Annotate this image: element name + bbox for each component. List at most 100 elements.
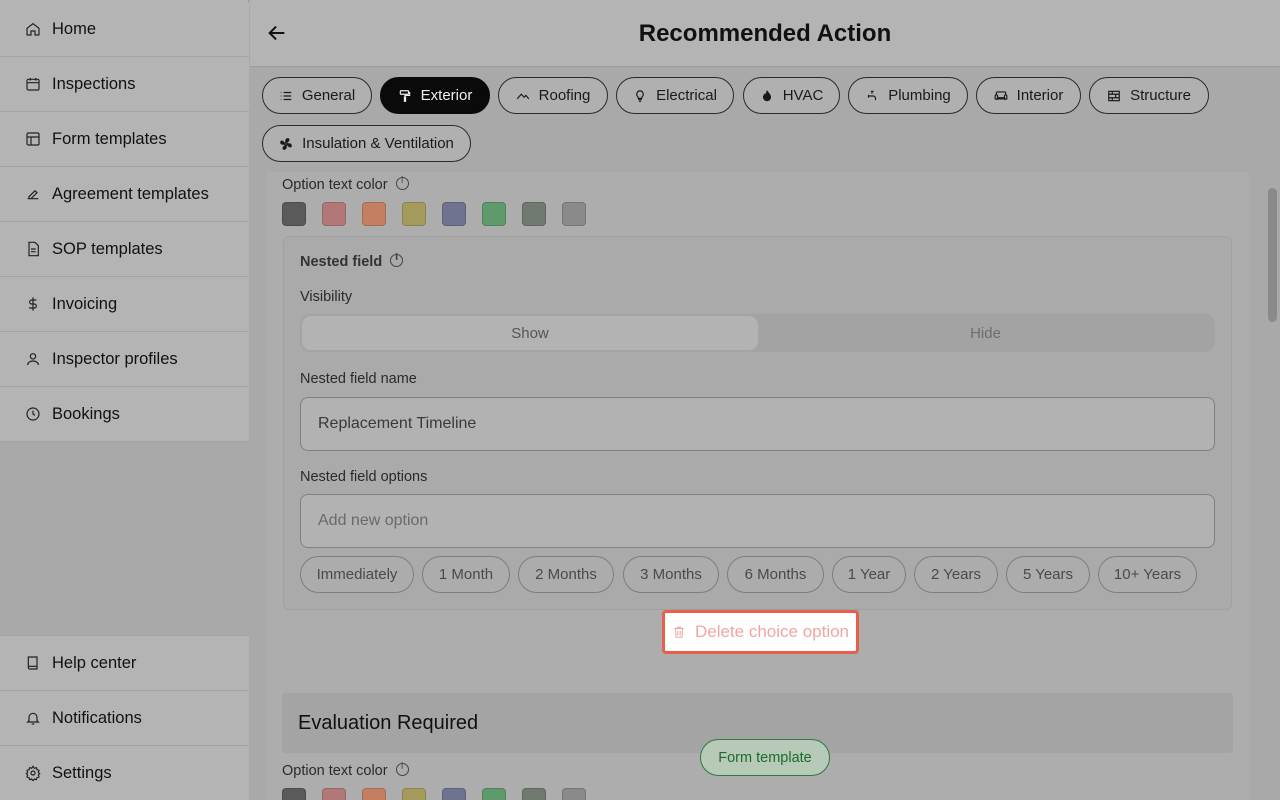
sofa-icon (994, 89, 1008, 103)
faucet-icon (865, 89, 879, 103)
nested-field-title: Nested field (300, 254, 383, 270)
visibility-label: Visibility (300, 289, 353, 305)
color-swatch[interactable] (282, 202, 306, 226)
trash-icon (674, 626, 684, 638)
sidebar-item-agreement-templates[interactable]: Agreement templates (0, 167, 249, 222)
calendar-icon (24, 75, 42, 93)
sidebar-item-form-templates[interactable]: Form templates (0, 112, 249, 167)
option-text-color-label: Option text color (282, 762, 409, 779)
sidebar-item-invoicing[interactable]: Invoicing (0, 277, 249, 332)
tab-interior[interactable]: Interior (976, 77, 1081, 114)
option-chip-10-plus-years[interactable]: 10+ Years (1098, 556, 1197, 593)
color-swatch[interactable] (322, 202, 346, 226)
page-title: Recommended Action (638, 20, 892, 47)
option-chip-1-month[interactable]: 1 Month (422, 556, 510, 593)
info-icon[interactable] (395, 176, 409, 190)
tab-label: HVAC (782, 87, 824, 104)
sidebar: Home Inspections Form templates Agreemen… (0, 0, 249, 800)
color-swatch[interactable] (322, 788, 346, 800)
sidebar-item-label: Inspector profiles (52, 349, 178, 368)
gear-icon (24, 764, 42, 782)
sidebar-item-inspections[interactable]: Inspections (0, 57, 249, 112)
color-swatches (282, 788, 586, 800)
signature-icon (24, 185, 42, 203)
tab-exterior[interactable]: Exterior (380, 77, 490, 114)
sidebar-item-inspector-profiles[interactable]: Inspector profiles (0, 332, 249, 387)
tab-general[interactable]: General (262, 77, 372, 114)
sidebar-spacer (0, 442, 249, 635)
document-icon (24, 240, 42, 258)
tab-label: Structure (1130, 87, 1191, 104)
flame-icon (760, 89, 774, 103)
color-swatch[interactable] (482, 788, 506, 800)
sidebar-footer: Help center Notifications Settings (0, 635, 249, 800)
option-chip-2-years[interactable]: 2 Years (914, 556, 998, 593)
info-icon[interactable] (395, 762, 409, 776)
option-chip-6-months[interactable]: 6 Months (727, 556, 824, 593)
tab-label: Insulation & Ventilation (302, 135, 454, 152)
sidebar-item-label: Invoicing (52, 294, 118, 313)
sidebar-item-sop-templates[interactable]: SOP templates (0, 222, 249, 277)
sidebar-nav: Home Inspections Form templates Agreemen… (0, 2, 249, 442)
sidebar-item-label: Home (52, 19, 97, 38)
color-swatch[interactable] (442, 788, 466, 800)
visibility-toggle: Show Hide (300, 314, 1215, 352)
nested-field-name-input[interactable]: Replacement Timeline (300, 397, 1215, 451)
form-template-pill[interactable]: Form template (700, 739, 830, 776)
info-icon[interactable] (390, 253, 404, 267)
tab-insulation-ventilation[interactable]: Insulation & Ventilation (262, 125, 471, 162)
option-chip-5-years[interactable]: 5 Years (1006, 556, 1090, 593)
sidebar-item-home[interactable]: Home (0, 2, 249, 57)
sidebar-item-help-center[interactable]: Help center (0, 636, 249, 691)
color-swatches (282, 202, 586, 226)
delete-choice-option-button[interactable]: Delete choice option (662, 610, 859, 654)
layout-icon (24, 130, 42, 148)
add-option-input[interactable]: Add new option (300, 494, 1215, 548)
paint-roller-icon (398, 89, 412, 103)
color-swatch[interactable] (402, 788, 426, 800)
color-swatch[interactable] (442, 202, 466, 226)
fan-icon (279, 137, 293, 151)
tab-electrical[interactable]: Electrical (616, 77, 734, 114)
visibility-hide-option[interactable]: Hide (758, 316, 1213, 350)
dollar-icon (24, 295, 42, 313)
tab-roofing[interactable]: Roofing (498, 77, 608, 114)
option-chip-2-months[interactable]: 2 Months (518, 556, 614, 593)
lightbulb-icon (633, 89, 647, 103)
clock-icon (24, 405, 42, 423)
sidebar-item-label: Settings (52, 763, 112, 782)
sidebar-item-label: Bookings (52, 404, 120, 423)
visibility-show-option[interactable]: Show (302, 316, 758, 350)
sidebar-item-label: Form templates (52, 129, 167, 148)
list-icon (279, 89, 293, 103)
color-swatch[interactable] (562, 202, 586, 226)
scrollbar-thumb[interactable] (1268, 188, 1277, 322)
option-text-color-text: Option text color (282, 763, 388, 779)
sidebar-item-bookings[interactable]: Bookings (0, 387, 249, 442)
book-icon (24, 654, 42, 672)
color-swatch[interactable] (522, 788, 546, 800)
option-chip-immediately[interactable]: Immediately (300, 556, 414, 593)
tab-label: Plumbing (888, 87, 951, 104)
color-swatch[interactable] (482, 202, 506, 226)
color-swatch[interactable] (522, 202, 546, 226)
sidebar-item-label: Agreement templates (52, 184, 209, 203)
color-swatch[interactable] (282, 788, 306, 800)
color-swatch[interactable] (402, 202, 426, 226)
tab-structure[interactable]: Structure (1089, 77, 1209, 114)
option-chip-3-months[interactable]: 3 Months (623, 556, 719, 593)
tab-hvac[interactable]: HVAC (743, 77, 840, 114)
tab-plumbing[interactable]: Plumbing (848, 77, 968, 114)
sidebar-item-notifications[interactable]: Notifications (0, 691, 249, 746)
home-icon (24, 20, 42, 38)
tab-label: Electrical (656, 87, 717, 104)
option-chip-1-year[interactable]: 1 Year (832, 556, 906, 593)
tab-label: Exterior (420, 87, 473, 104)
user-icon (24, 350, 42, 368)
color-swatch[interactable] (362, 202, 386, 226)
sidebar-item-settings[interactable]: Settings (0, 746, 249, 800)
sidebar-item-label: SOP templates (52, 239, 163, 258)
color-swatch[interactable] (362, 788, 386, 800)
color-swatch[interactable] (562, 788, 586, 800)
nested-field-name-label: Nested field name (300, 371, 417, 387)
